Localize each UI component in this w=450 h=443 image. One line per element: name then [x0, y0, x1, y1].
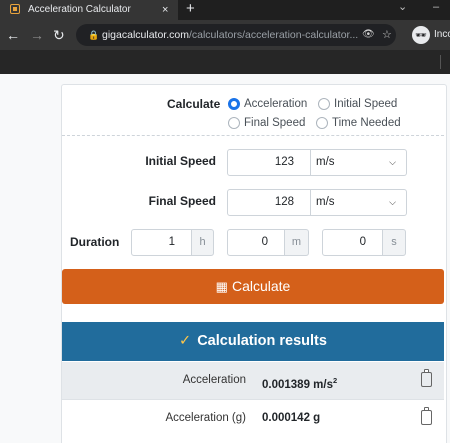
toolbar-divider — [440, 55, 441, 69]
new-tab-button[interactable]: + — [186, 0, 195, 19]
tracking-blocked-eye-icon[interactable]: 👁 — [362, 24, 375, 46]
calculate-button[interactable]: ▦ Calculate — [62, 269, 444, 304]
browser-toolbar: ← → ↻ 🔒 gigacalculator.com/calculators/a… — [0, 20, 450, 50]
clipboard-copy-icon[interactable] — [421, 407, 432, 425]
bookmark-star-icon[interactable]: ☆ — [382, 24, 392, 46]
lock-icon: 🔒 — [88, 30, 100, 40]
address-bar[interactable]: 🔒 gigacalculator.com/calculators/acceler… — [76, 24, 396, 46]
result-value: 0.001389 m/s2 — [262, 376, 338, 391]
calculator-favicon-icon — [10, 4, 20, 14]
radio-dot-icon — [228, 98, 240, 110]
clipboard-copy-icon[interactable] — [421, 369, 432, 387]
radio-dot-icon — [318, 98, 330, 110]
duration-seconds-input[interactable]: 0 — [322, 229, 383, 256]
back-arrow-icon[interactable]: ← — [6, 25, 20, 45]
result-value: 0.000142 g — [262, 412, 321, 424]
minimize-icon[interactable]: – — [433, 0, 439, 14]
incognito-label: Inco — [434, 29, 450, 40]
initial-speed-unit-value: m/s — [316, 156, 335, 168]
result-row-acceleration-g: Acceleration (g) 0.000142 g — [62, 400, 444, 437]
results-title: Calculation results — [197, 333, 327, 349]
result-row-acceleration: Acceleration 0.001389 m/s2 — [62, 362, 444, 399]
reload-icon[interactable]: ↻ — [53, 25, 65, 45]
calculate-button-label: Calculate — [231, 278, 291, 294]
browser-tab[interactable]: Acceleration Calculator × — [0, 0, 178, 20]
browser-tab-strip: Acceleration Calculator × + ⌄ – — [0, 0, 450, 20]
results-header: ✓ Calculation results — [62, 322, 444, 361]
result-label: Acceleration (g) — [165, 412, 246, 424]
final-speed-input[interactable]: 128 — [227, 189, 311, 216]
radio-dot-icon — [316, 117, 328, 129]
final-speed-label: Final Speed — [148, 194, 216, 208]
tab-search-icon[interactable]: ⌄ — [398, 0, 407, 14]
section-divider — [62, 135, 444, 136]
incognito-icon[interactable]: 🕶 — [412, 26, 430, 44]
final-speed-unit-value: m/s — [316, 196, 335, 208]
radio-dot-icon — [228, 117, 240, 129]
tab-close-button[interactable]: × — [162, 0, 168, 20]
bookmarks-bar — [0, 50, 450, 74]
initial-speed-label: Initial Speed — [145, 154, 216, 168]
result-label: Acceleration — [182, 374, 246, 386]
final-speed-unit-select[interactable]: m/s ⌵ — [311, 189, 407, 216]
initial-speed-input[interactable]: 123 — [227, 149, 311, 176]
minutes-unit-addon: m — [285, 229, 309, 256]
calculate-mode-label: Calculate — [167, 97, 221, 111]
chevron-down-icon: ⌵ — [389, 197, 396, 207]
tab-title: Acceleration Calculator — [28, 4, 131, 15]
forward-arrow-icon[interactable]: → — [30, 25, 44, 45]
initial-speed-unit-select[interactable]: m/s ⌵ — [311, 149, 407, 176]
seconds-unit-addon: s — [383, 229, 406, 256]
duration-hours-input[interactable]: 1 — [131, 229, 192, 256]
calculator-icon: ▦ — [215, 279, 228, 294]
url-text: gigacalculator.com/calculators/accelerat… — [102, 29, 359, 41]
duration-minutes-input[interactable]: 0 — [227, 229, 285, 256]
checkmark-icon: ✓ — [179, 333, 192, 349]
duration-label: Duration — [70, 235, 120, 249]
chevron-down-icon: ⌵ — [389, 157, 396, 167]
hours-unit-addon: h — [192, 229, 214, 256]
